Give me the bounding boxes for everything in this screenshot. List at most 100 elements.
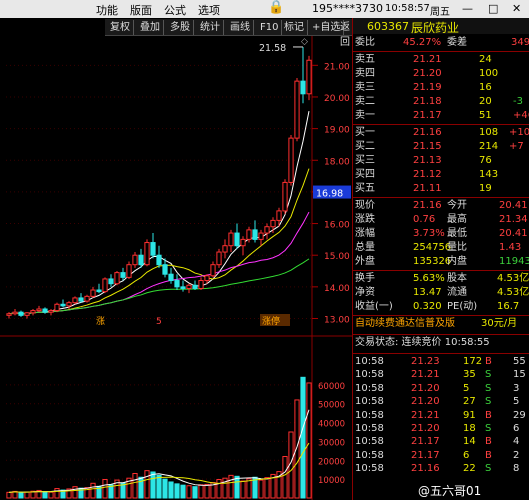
divider [353,51,529,52]
quote-row: 外盘 135326内盘 119430 [353,255,529,268]
stat-value: 135326 [413,256,452,267]
menu-formula[interactable]: 公式 [164,2,186,18]
maximize-icon[interactable]: □ [488,2,498,15]
candle-body [258,232,264,240]
draw-line-button[interactable]: 画线 [227,20,254,35]
diamond-icon: ◇ [301,37,308,47]
candle-body [168,273,174,282]
volume-bar [24,491,30,499]
promo-text: 自动续费通达信普及版 [355,318,455,329]
volume-bar [48,491,54,499]
quote-row: 现价 21.16 今开 20.41 [353,199,529,212]
tick-time: 10:58 [355,369,384,381]
candle-body [42,308,48,313]
stat-value: 4.53亿 [497,287,529,298]
divider [353,124,529,125]
quote-row: 委比 45.27% 委差 349 [353,36,529,49]
f10-button[interactable]: F10 [257,20,283,35]
menu-function[interactable]: 功能 [96,2,118,18]
bid-price: 21.13 [413,155,442,166]
candle-body [276,210,282,221]
stock-name: 辰欣药业 [411,21,460,35]
tick-direction: S [485,463,492,475]
mark-button[interactable]: 标记 [281,20,308,35]
volume-bar [144,470,150,499]
multi-stock-button[interactable]: 多股 [167,20,194,35]
price-tick-label: 13.00 [324,316,350,326]
candle-body [126,264,132,278]
volume-bar [300,376,306,499]
tick-price: 21.17 [411,436,440,448]
candle-body [12,311,18,315]
weibi-label: 委比 [355,37,375,48]
candle-body [270,219,276,228]
quote-row: 总量 254756 量比 1.43 [353,241,529,254]
stat-label: 净资 [355,287,375,298]
stat-value: 1.43 [499,242,522,253]
statistics-button[interactable]: 统计 [197,20,224,35]
price-tick-label: 20.00 [324,94,350,104]
tick-direction: B [485,409,492,421]
price-tick-label: 21.00 [324,62,350,72]
tick-volume: 22 [463,463,476,475]
overlay-button[interactable]: 叠加 [137,20,164,35]
tick-price: 21.21 [411,369,440,381]
candle-body [114,272,120,285]
volume-tick-label: 30000 [318,438,345,448]
menu-bar: 功能 版面 公式 选项 🔒 195****3730 10:58:57 周五 — … [0,0,529,18]
candle-body [36,308,42,312]
quote-row: 收益(一) 0.320 PE(动) 16.7 [353,300,529,313]
back-button[interactable]: 返回 [337,20,353,48]
stat-label: 今开 [447,200,467,211]
tick-time: 10:58 [355,396,384,408]
stat-value: 20.41 [499,200,528,211]
candle-body [222,245,228,253]
minimize-icon[interactable]: — [462,2,473,15]
price-tick-label: 19.00 [324,126,350,136]
divider [353,197,529,198]
stat-value: 5.63% [413,273,445,284]
volume-bar [156,474,162,499]
close-icon[interactable]: ✕ [512,2,521,15]
volume-bar [6,491,12,499]
quote-row: 10:58 21.21 91 B 29 [353,409,529,422]
tick-time: 10:58 [355,409,384,421]
candle-body [66,302,72,307]
stat-label: 最低 [447,228,467,239]
ask-volume: 51 [479,110,492,121]
clock-time: 10:58:57 [385,3,430,14]
tick-count: 29 [513,409,526,421]
volume-tick-label: 10000 [318,476,345,486]
volume-bar [240,480,246,499]
bid-label: 买五 [355,183,375,194]
restore-rights-button[interactable]: 复权 [107,20,134,35]
bid-label: 买一 [355,127,375,138]
bid-label: 买四 [355,169,375,180]
tick-count: 5 [513,396,520,408]
ask-change: +46 [513,110,529,121]
ask-price: 21.18 [413,96,442,107]
kline-chart[interactable]: 21.0020.0019.0018.0017.0016.0015.0014.00… [0,36,352,500]
tick-price: 21.17 [411,449,440,461]
divider [353,353,529,354]
weicha-label: 委差 [447,37,467,48]
candle-body [306,59,312,95]
lock-icon[interactable]: 🔒 [268,0,284,15]
volume-bar [180,484,186,499]
divider [353,270,529,271]
current-price-label: 16.98 [316,189,343,200]
bid-volume: 108 [479,127,499,138]
ask-volume: 20 [479,96,492,107]
volume-bar [168,481,174,499]
stat-label: 涨幅 [355,228,375,239]
menu-options[interactable]: 选项 [198,2,220,18]
quote-row: 10:58 21.17 6 B 2 [353,449,529,462]
volume-bar [234,475,240,499]
stat-value: 20.41 [499,228,528,239]
tick-direction: S [485,382,492,394]
tick-count: 8 [513,463,520,475]
menu-layout[interactable]: 版面 [130,2,152,18]
ask-change: -3 [513,96,523,107]
ask-volume: 16 [479,82,492,93]
candle-body [78,297,84,302]
